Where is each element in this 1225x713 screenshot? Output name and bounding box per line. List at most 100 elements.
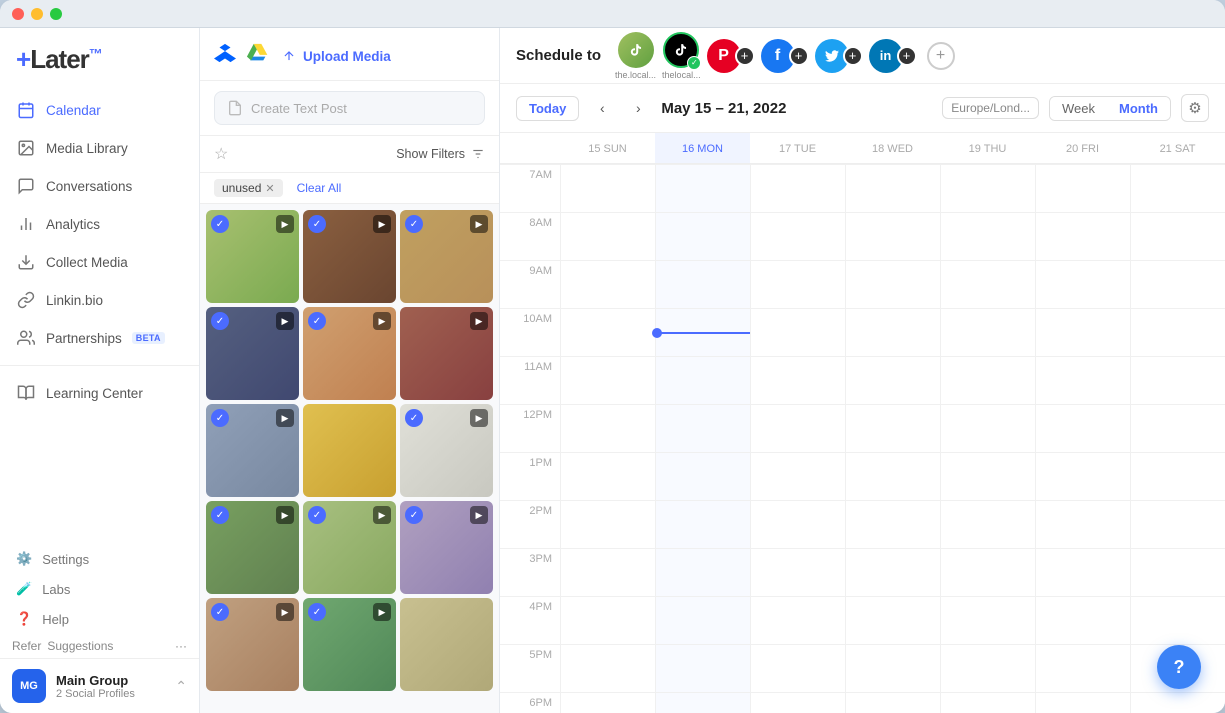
slot-day-thu-8am[interactable] [941, 212, 1035, 260]
day-col-thu[interactable] [940, 164, 1035, 713]
slot-day-wed-9am[interactable] [846, 260, 940, 308]
slot-day-mon-9am[interactable] [656, 260, 750, 308]
slot-day-thu-5pm[interactable] [941, 644, 1035, 692]
media-thumb-1[interactable]: ✓ ▶ [206, 210, 299, 303]
slot-day-fri-4pm[interactable] [1036, 596, 1130, 644]
slot-day-fri-8am[interactable] [1036, 212, 1130, 260]
slot-day-fri-10am[interactable] [1036, 308, 1130, 356]
help-float-button[interactable]: ? [1157, 645, 1201, 689]
slot-day-wed-4pm[interactable] [846, 596, 940, 644]
slot-day-tue-1pm[interactable] [751, 452, 845, 500]
slot-day-fri-7am[interactable] [1036, 164, 1130, 212]
timezone-label[interactable]: Europe/Lond... [942, 97, 1039, 119]
next-arrow[interactable]: › [625, 95, 651, 121]
media-thumb-8[interactable] [303, 404, 396, 497]
slot-day-sun-5pm[interactable] [561, 644, 655, 692]
slot-day-tue-11am[interactable] [751, 356, 845, 404]
slot-day-sat-12pm[interactable] [1131, 404, 1225, 452]
slot-day-mon-8am[interactable] [656, 212, 750, 260]
sidebar-item-analytics[interactable]: Analytics [0, 205, 199, 243]
media-thumb-7[interactable]: ✓ ▶ [206, 404, 299, 497]
sidebar-item-linkin-bio[interactable]: Linkin.bio [0, 281, 199, 319]
slot-day-fri-5pm[interactable] [1036, 644, 1130, 692]
media-thumb-4[interactable]: ✓ ▶ [206, 307, 299, 400]
slot-day-wed-11am[interactable] [846, 356, 940, 404]
slot-day-sat-1pm[interactable] [1131, 452, 1225, 500]
slot-day-tue-6pm[interactable] [751, 692, 845, 713]
star-icon[interactable]: ☆ [214, 144, 228, 164]
sidebar-item-help[interactable]: ❓ Help [0, 604, 199, 634]
slot-day-fri-2pm[interactable] [1036, 500, 1130, 548]
slot-day-mon-7am[interactable] [656, 164, 750, 212]
slot-day-tue-3pm[interactable] [751, 548, 845, 596]
slot-day-fri-12pm[interactable] [1036, 404, 1130, 452]
slot-day-thu-6pm[interactable] [941, 692, 1035, 713]
today-button[interactable]: Today [516, 96, 579, 121]
day-col-wed[interactable] [845, 164, 940, 713]
slot-day-tue-9am[interactable] [751, 260, 845, 308]
slot-day-mon-11am[interactable] [656, 356, 750, 404]
slot-day-wed-5pm[interactable] [846, 644, 940, 692]
slot-day-wed-7am[interactable] [846, 164, 940, 212]
slot-day-fri-6pm[interactable] [1036, 692, 1130, 713]
week-view-button[interactable]: Week [1050, 97, 1107, 120]
slot-day-wed-8am[interactable] [846, 212, 940, 260]
slot-day-sat-4pm[interactable] [1131, 596, 1225, 644]
slot-day-thu-11am[interactable] [941, 356, 1035, 404]
slot-day-sat-9am[interactable] [1131, 260, 1225, 308]
slot-day-sun-9am[interactable] [561, 260, 655, 308]
slot-day-wed-6pm[interactable] [846, 692, 940, 713]
media-thumb-10[interactable]: ✓ ▶ [206, 501, 299, 594]
sidebar-item-conversations[interactable]: Conversations [0, 167, 199, 205]
slot-day-mon-12pm[interactable] [656, 404, 750, 452]
slot-day-fri-3pm[interactable] [1036, 548, 1130, 596]
slot-day-sun-10am[interactable] [561, 308, 655, 356]
google-drive-icon[interactable] [246, 42, 268, 70]
slot-day-tue-5pm[interactable] [751, 644, 845, 692]
dropbox-icon[interactable] [214, 42, 236, 70]
slot-day-tue-2pm[interactable] [751, 500, 845, 548]
slot-day-sun-6pm[interactable] [561, 692, 655, 713]
sidebar-item-partnerships[interactable]: Partnerships BETA [0, 319, 199, 357]
slot-day-thu-4pm[interactable] [941, 596, 1035, 644]
slot-day-tue-7am[interactable] [751, 164, 845, 212]
day-col-mon[interactable] [655, 164, 750, 713]
day-col-sat[interactable] [1130, 164, 1225, 713]
slot-day-sun-3pm[interactable] [561, 548, 655, 596]
minimize-btn[interactable] [31, 8, 43, 20]
add-profile-button[interactable]: + [927, 42, 955, 70]
sidebar-item-calendar[interactable]: Calendar [0, 91, 199, 129]
slot-day-thu-9am[interactable] [941, 260, 1035, 308]
media-thumb-14[interactable]: ✓ ▶ [303, 598, 396, 691]
footer-chevron-icon[interactable]: ⌃ [175, 678, 187, 695]
refer-label[interactable]: Refer [12, 639, 41, 653]
sidebar-item-media-library[interactable]: Media Library [0, 129, 199, 167]
slot-day-mon-3pm[interactable] [656, 548, 750, 596]
sidebar-item-labs[interactable]: 🧪 Labs [0, 574, 199, 604]
slot-day-tue-12pm[interactable] [751, 404, 845, 452]
day-col-tue[interactable] [750, 164, 845, 713]
slot-day-sun-11am[interactable] [561, 356, 655, 404]
sidebar-item-collect-media[interactable]: Collect Media [0, 243, 199, 281]
slot-day-tue-8am[interactable] [751, 212, 845, 260]
slot-day-thu-2pm[interactable] [941, 500, 1035, 548]
media-thumb-15[interactable] [400, 598, 493, 691]
slot-day-sat-3pm[interactable] [1131, 548, 1225, 596]
media-thumb-13[interactable]: ✓ ▶ [206, 598, 299, 691]
slot-day-wed-2pm[interactable] [846, 500, 940, 548]
slot-day-mon-2pm[interactable] [656, 500, 750, 548]
maximize-btn[interactable] [50, 8, 62, 20]
pinterest-add-btn[interactable]: + [735, 46, 755, 66]
slot-day-wed-3pm[interactable] [846, 548, 940, 596]
slot-day-sat-6pm[interactable] [1131, 692, 1225, 713]
slot-day-sun-12pm[interactable] [561, 404, 655, 452]
suggestions-label[interactable]: Suggestions [47, 639, 113, 653]
media-thumb-12[interactable]: ✓ ▶ [400, 501, 493, 594]
sidebar-item-settings[interactable]: ⚙️ Settings [0, 544, 199, 574]
prev-arrow[interactable]: ‹ [589, 95, 615, 121]
media-thumb-6[interactable]: ▶ [400, 307, 493, 400]
slot-day-tue-4pm[interactable] [751, 596, 845, 644]
slot-day-mon-4pm[interactable] [656, 596, 750, 644]
show-filters-button[interactable]: Show Filters [396, 147, 485, 161]
clear-all-button[interactable]: Clear All [297, 181, 342, 195]
